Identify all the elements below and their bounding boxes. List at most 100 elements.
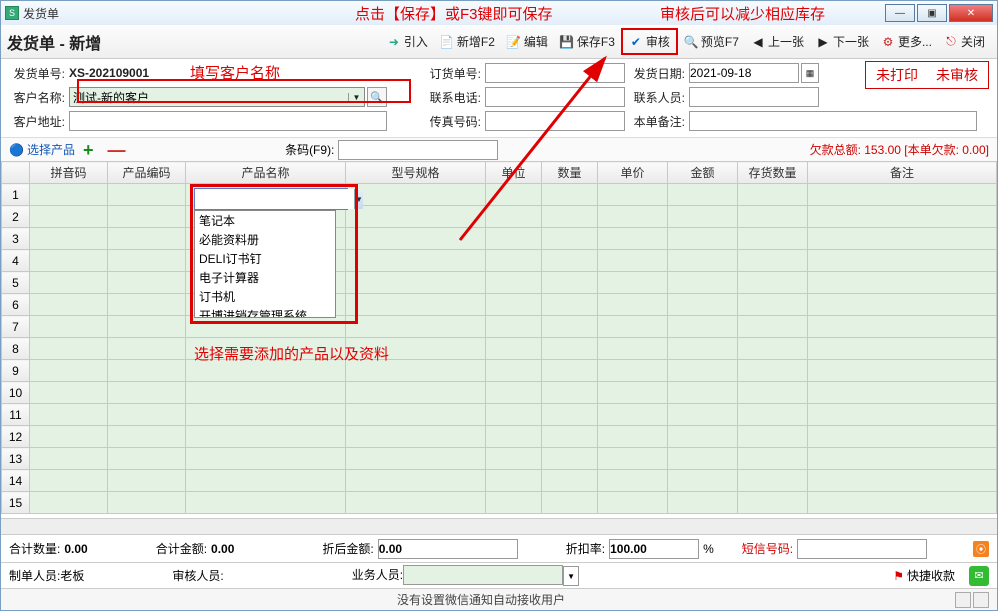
cell[interactable] — [108, 316, 186, 338]
cell[interactable] — [186, 382, 346, 404]
cell[interactable] — [486, 448, 542, 470]
porder-input[interactable] — [485, 63, 625, 83]
cell[interactable] — [598, 228, 668, 250]
close-button[interactable]: ⎋关闭 — [938, 30, 991, 53]
product-name-input[interactable] — [195, 189, 354, 209]
cell[interactable] — [738, 426, 808, 448]
cell[interactable] — [30, 492, 108, 514]
cell[interactable] — [30, 382, 108, 404]
col-3[interactable]: 型号规格 — [346, 162, 486, 184]
select-product-link[interactable]: 🔵 选择产品 — [9, 141, 75, 158]
cell[interactable] — [808, 316, 997, 338]
cell[interactable] — [808, 360, 997, 382]
cell[interactable] — [598, 250, 668, 272]
dropdown-arrow-icon[interactable]: ▼ — [354, 189, 363, 209]
cell[interactable] — [108, 404, 186, 426]
cell[interactable] — [542, 360, 598, 382]
status-btn1[interactable] — [955, 592, 971, 608]
customer-search-button[interactable]: 🔍 — [367, 87, 387, 107]
cell[interactable] — [598, 470, 668, 492]
cell[interactable] — [808, 338, 997, 360]
cell[interactable] — [108, 294, 186, 316]
table-row[interactable]: 12 — [2, 426, 997, 448]
cell[interactable] — [738, 492, 808, 514]
col-2[interactable]: 产品名称 — [186, 162, 346, 184]
cell[interactable] — [30, 228, 108, 250]
cell[interactable] — [598, 404, 668, 426]
preview-button[interactable]: 🔍预览F7 — [678, 30, 745, 53]
cell[interactable] — [486, 404, 542, 426]
cell[interactable] — [346, 426, 486, 448]
cell[interactable] — [108, 470, 186, 492]
dropdown-item[interactable]: 电子计算器 — [195, 268, 335, 287]
cell[interactable] — [808, 492, 997, 514]
cell[interactable] — [486, 294, 542, 316]
cell[interactable] — [738, 448, 808, 470]
cell[interactable] — [738, 206, 808, 228]
cell[interactable] — [668, 272, 738, 294]
col-0[interactable]: 拼音码 — [30, 162, 108, 184]
cell[interactable] — [542, 228, 598, 250]
dropdown-item[interactable]: 订书机 — [195, 287, 335, 306]
table-row[interactable]: 5 — [2, 272, 997, 294]
discount-rate-input[interactable] — [609, 539, 699, 559]
cell[interactable] — [30, 250, 108, 272]
add-row-button[interactable]: + — [83, 141, 94, 159]
cell[interactable] — [486, 470, 542, 492]
phone-input[interactable] — [485, 87, 625, 107]
cell[interactable] — [598, 184, 668, 206]
table-row[interactable]: 9 — [2, 360, 997, 382]
cell[interactable] — [668, 492, 738, 514]
contact-input[interactable] — [689, 87, 819, 107]
cell[interactable] — [598, 360, 668, 382]
dropdown-item[interactable]: 开博进销存管理系统 — [195, 306, 335, 318]
cell[interactable] — [108, 206, 186, 228]
table-row[interactable]: 11 — [2, 404, 997, 426]
date-input[interactable] — [689, 63, 799, 83]
cell[interactable] — [486, 206, 542, 228]
cell[interactable] — [186, 448, 346, 470]
table-row[interactable]: 7 — [2, 316, 997, 338]
cell[interactable] — [30, 294, 108, 316]
new-button[interactable]: 📄新增F2 — [434, 30, 501, 53]
cell[interactable] — [738, 338, 808, 360]
sms-input[interactable] — [797, 539, 927, 559]
cell[interactable] — [738, 250, 808, 272]
cell[interactable] — [346, 470, 486, 492]
cell[interactable] — [108, 338, 186, 360]
cell[interactable] — [30, 470, 108, 492]
cell[interactable] — [108, 250, 186, 272]
col-9[interactable]: 备注 — [808, 162, 997, 184]
cell[interactable] — [598, 316, 668, 338]
cell[interactable] — [346, 316, 486, 338]
cell[interactable] — [486, 184, 542, 206]
table-row[interactable]: 4 — [2, 250, 997, 272]
cell[interactable] — [346, 294, 486, 316]
cell[interactable] — [542, 184, 598, 206]
cell[interactable] — [30, 338, 108, 360]
cell[interactable] — [30, 404, 108, 426]
cell[interactable] — [598, 492, 668, 514]
cell[interactable] — [598, 426, 668, 448]
cell[interactable] — [542, 338, 598, 360]
cell[interactable] — [542, 382, 598, 404]
cell[interactable] — [738, 470, 808, 492]
table-row[interactable]: 6 — [2, 294, 997, 316]
barcode-input[interactable] — [338, 140, 498, 160]
cell[interactable] — [108, 360, 186, 382]
table-row[interactable]: 14 — [2, 470, 997, 492]
more-button[interactable]: ⚙更多... — [875, 30, 938, 53]
cell[interactable] — [346, 338, 486, 360]
cell[interactable] — [186, 338, 346, 360]
cell[interactable] — [668, 250, 738, 272]
cell[interactable] — [598, 382, 668, 404]
cell[interactable] — [186, 426, 346, 448]
next-button[interactable]: ▶下一张 — [810, 30, 875, 53]
cell[interactable] — [808, 382, 997, 404]
close-window-button[interactable]: ✕ — [949, 4, 993, 22]
cell[interactable] — [542, 492, 598, 514]
cell[interactable] — [542, 250, 598, 272]
cell[interactable] — [598, 206, 668, 228]
cell[interactable] — [30, 272, 108, 294]
cell[interactable] — [542, 316, 598, 338]
